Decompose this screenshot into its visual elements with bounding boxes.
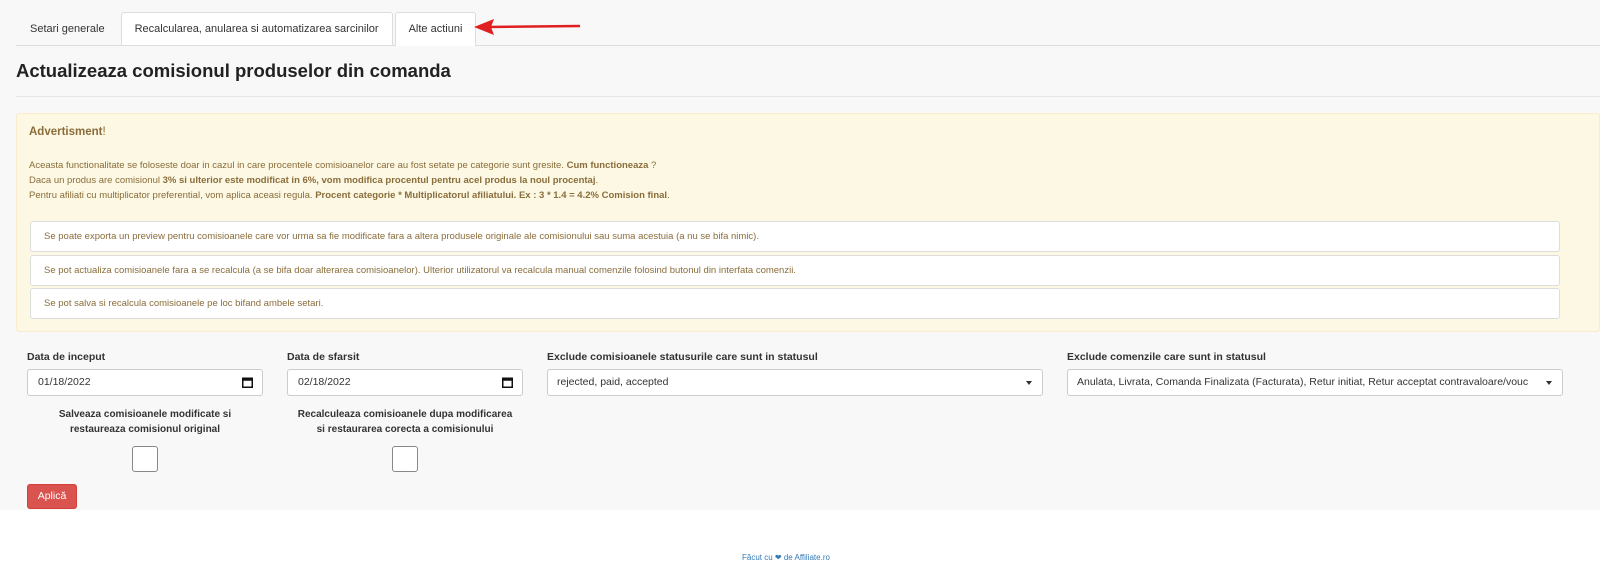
end-date-input[interactable]: 02/18/2022 (287, 369, 523, 396)
recalculate-commissions-label-line-1: Recalculeaza comisioanele dupa modificar… (297, 409, 513, 420)
alert-body: Aceasta functionalitate se foloseste doa… (29, 158, 670, 203)
start-date-input[interactable]: 01/18/2022 (27, 369, 263, 396)
exclude-statuses-select[interactable]: rejected, paid, accepted (547, 369, 1043, 396)
note-save-recalc: Se pot salva si recalcula comisioanele p… (30, 288, 1560, 319)
tab-setari-generale[interactable]: Setari generale (16, 12, 119, 45)
footer: Făcut cu ❤ de Affiliate.ro (0, 510, 1600, 566)
warning-alert: Advertisment! Aceasta functionalitate se… (16, 113, 1600, 332)
save-commissions-label-line-1: Salveaza comisioanele modificate si (58, 409, 232, 420)
save-commissions-label-line-2: restaureaza comisionul original (69, 424, 221, 435)
red-arrow-icon (474, 19, 581, 35)
alert-line-3: Pentru afiliati cu multiplicator prefere… (29, 190, 670, 201)
caret-down-icon (1546, 381, 1552, 385)
save-commissions-label: Salveaza comisioanele modificate si rest… (27, 407, 263, 437)
apply-button[interactable]: Aplică (27, 484, 77, 509)
calendar-icon[interactable] (502, 377, 513, 388)
note-update: Se pot actualiza comisioanele fara a se … (30, 255, 1560, 286)
end-date-label: Data de sfarsit (287, 351, 360, 363)
start-date-value: 01/18/2022 (38, 376, 91, 388)
page: Setari generale Recalcularea, anularea s… (0, 0, 1600, 566)
save-commissions-checkbox[interactable] (132, 446, 158, 472)
footer-link[interactable]: Făcut cu ❤ de Affiliate.ro (742, 553, 830, 562)
exclude-statuses-label: Exclude comisioanele statusurile care su… (547, 351, 818, 363)
start-date-label: Data de inceput (27, 351, 106, 363)
recalculate-commissions-label-line-2: si restaurarea corecta a comisionului (316, 424, 494, 435)
recalculate-commissions-label: Recalculeaza comisioanele dupa modificar… (277, 407, 533, 437)
exclude-orders-select[interactable]: Anulata, Livrata, Comanda Finalizata (Fa… (1067, 369, 1563, 396)
exclude-orders-label: Exclude comenzile care sunt in statusul (1067, 351, 1266, 363)
exclude-orders-value: Anulata, Livrata, Comanda Finalizata (Fa… (1077, 376, 1529, 388)
exclude-statuses-value: rejected, paid, accepted (557, 376, 669, 388)
alert-title: Advertisment! (29, 126, 106, 138)
alert-line-1: Aceasta functionalitate se foloseste doa… (29, 160, 657, 171)
caret-down-icon (1026, 381, 1032, 385)
calendar-icon[interactable] (242, 377, 253, 388)
note-preview: Se poate exporta un preview pentru comis… (30, 221, 1560, 252)
tab-bar: Setari generale Recalcularea, anularea s… (16, 11, 1600, 46)
alert-line-2: Daca un produs are comisionul 3% si ulte… (29, 175, 599, 186)
tab-alte-actiuni[interactable]: Alte actiuni (394, 12, 477, 46)
page-title: Actualizeaza comisionul produselor din c… (16, 60, 451, 81)
end-date-value: 02/18/2022 (298, 376, 351, 388)
divider (16, 96, 1600, 97)
recalculate-commissions-checkbox[interactable] (392, 446, 418, 472)
tab-recalculare[interactable]: Recalcularea, anularea si automatizarea … (120, 12, 393, 45)
